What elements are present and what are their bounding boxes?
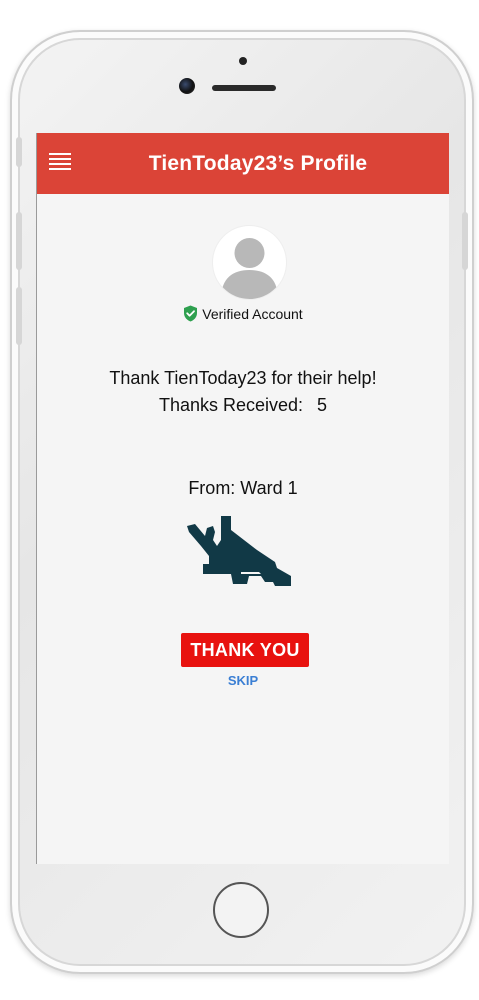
thanks-received-label: Thanks Received: [158, 395, 304, 415]
earpiece-speaker [212, 85, 276, 91]
volume-down-button [16, 287, 22, 345]
page-title: TienToday23’s Profile [148, 152, 368, 175]
avatar [213, 226, 286, 299]
front-camera [179, 78, 195, 94]
app-screen: TienToday23’s Profile Verified Account T… [36, 133, 449, 864]
power-button [462, 212, 468, 270]
mute-switch [16, 137, 22, 167]
shield-check-icon [184, 305, 198, 322]
thanks-received: Thanks Received: 5 [37, 395, 449, 416]
thank-prompt: Thank TienToday23 for their help! [109, 368, 377, 388]
verified-badge: Verified Account [37, 305, 449, 322]
skip-link[interactable]: SKIP [37, 673, 449, 688]
proximity-sensor [239, 57, 247, 65]
user-silhouette-icon [221, 238, 278, 299]
home-button[interactable] [213, 882, 269, 938]
volume-up-button [16, 212, 22, 270]
thanks-received-count: 5 [317, 395, 328, 415]
verified-label: Verified Account [202, 306, 303, 322]
app-header: TienToday23’s Profile [37, 133, 449, 194]
hamburger-menu-icon[interactable] [49, 153, 71, 171]
ward-map-shape [187, 516, 291, 586]
thank-you-button[interactable]: THANK YOU [181, 633, 309, 667]
from-ward-label: From: Ward 1 [188, 478, 298, 498]
